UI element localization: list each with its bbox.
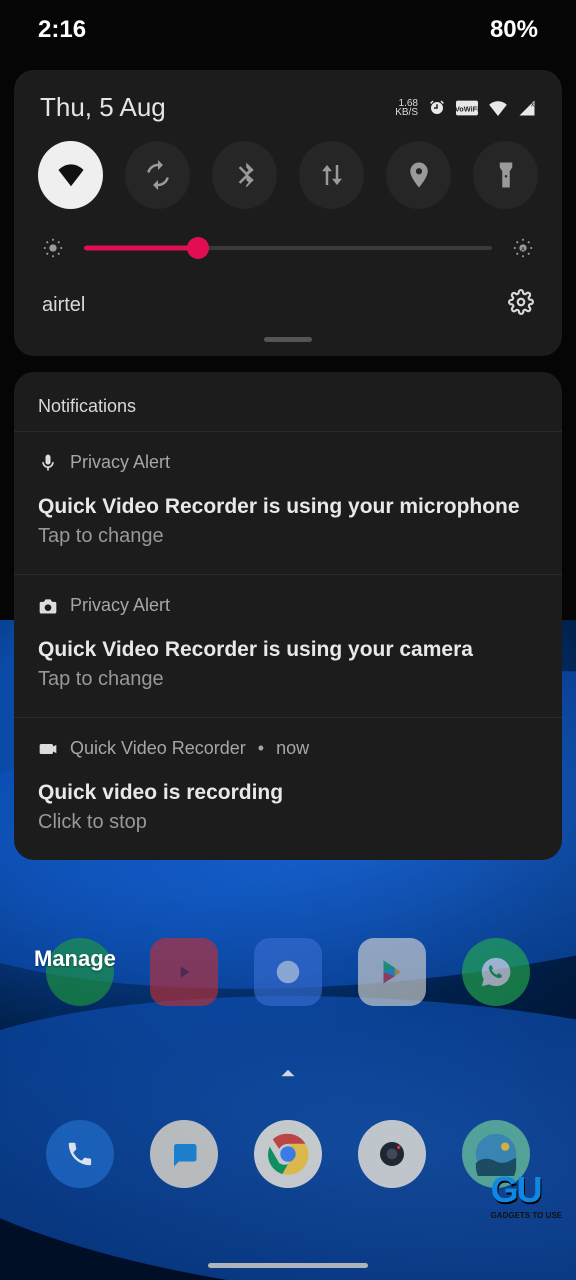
notification-app: Privacy Alert: [70, 452, 170, 473]
svg-text:A: A: [521, 247, 525, 253]
chevron-up-icon: [275, 1060, 301, 1086]
vowifi-icon: VoWiFi: [456, 100, 478, 116]
dock-chrome[interactable]: [254, 1120, 322, 1188]
notifications-header: Notifications: [14, 372, 562, 432]
notification-item[interactable]: Quick Video Recorder • now Quick video i…: [14, 718, 562, 860]
alarm-icon: [428, 99, 446, 117]
notifications-panel: Notifications Privacy Alert Quick Video …: [14, 372, 562, 860]
notification-item[interactable]: Privacy Alert Quick Video Recorder is us…: [14, 575, 562, 718]
manage-button[interactable]: Manage: [34, 946, 114, 972]
slider-fill: [84, 246, 198, 251]
qs-tile-mobile-data[interactable]: [299, 141, 364, 209]
watermark-brand: GU: [491, 1169, 541, 1210]
gear-icon: [508, 289, 534, 315]
notification-title: Quick video is recording: [38, 781, 538, 805]
camera-icon: [38, 596, 58, 616]
notification-item[interactable]: Privacy Alert Quick Video Recorder is us…: [14, 432, 562, 575]
qs-tile-bluetooth[interactable]: [212, 141, 277, 209]
brightness-row: A: [14, 237, 562, 289]
slider-thumb[interactable]: [187, 237, 209, 259]
status-time: 2:16: [38, 16, 86, 44]
notification-subtitle: Tap to change: [38, 668, 538, 691]
notification-time-sep: •: [258, 738, 264, 759]
notification-time: now: [276, 738, 309, 759]
qs-tiles: [14, 141, 562, 237]
svg-text:VoWiFi: VoWiFi: [456, 104, 478, 113]
home-indicator[interactable]: [208, 1263, 368, 1268]
qs-tile-location[interactable]: [386, 141, 451, 209]
status-battery: 80%: [490, 16, 538, 44]
settings-button[interactable]: [508, 289, 534, 321]
quick-settings-panel[interactable]: Thu, 5 Aug 1.68 KB/S VoWiFi x: [14, 70, 562, 356]
netspeed-unit: KB/S: [395, 108, 418, 117]
cell-signal-icon: x: [518, 100, 536, 116]
auto-rotate-icon: [143, 160, 173, 190]
microphone-icon: [38, 453, 58, 473]
video-icon: [38, 739, 58, 759]
qs-status-icons: 1.68 KB/S VoWiFi x: [395, 99, 536, 117]
wifi-icon: [56, 160, 86, 190]
watermark: GU GADGETS TO USE: [491, 1169, 562, 1220]
brightness-slider[interactable]: [84, 240, 492, 256]
wifi-signal-icon: [488, 100, 508, 116]
panel-drag-handle[interactable]: [264, 337, 312, 342]
dock-camera[interactable]: [358, 1120, 426, 1188]
carrier-label: airtel: [42, 294, 85, 317]
qs-tile-rotate[interactable]: [125, 141, 190, 209]
svg-text:x: x: [531, 100, 535, 109]
flashlight-icon: [491, 160, 521, 190]
location-icon: [404, 160, 434, 190]
notification-title: Quick Video Recorder is using your camer…: [38, 638, 538, 662]
camera-lens-icon: [376, 1138, 408, 1170]
qs-tile-flashlight[interactable]: [473, 141, 538, 209]
notification-app: Quick Video Recorder: [70, 738, 246, 759]
bluetooth-icon: [230, 160, 260, 190]
brightness-auto-icon: A: [512, 237, 534, 259]
notification-subtitle: Click to stop: [38, 811, 538, 834]
dock-phone[interactable]: [46, 1120, 114, 1188]
messages-icon: [169, 1139, 199, 1169]
app-drawer-handle[interactable]: [275, 1060, 301, 1091]
brightness-low-icon: [42, 237, 64, 259]
phone-icon: [65, 1139, 95, 1169]
watermark-tagline: GADGETS TO USE: [491, 1211, 562, 1220]
notification-title: Quick Video Recorder is using your micro…: [38, 495, 538, 519]
dock-messages[interactable]: [150, 1120, 218, 1188]
status-bar: 2:16 80%: [0, 0, 576, 60]
notification-app: Privacy Alert: [70, 595, 170, 616]
qs-tile-wifi[interactable]: [38, 141, 103, 209]
qs-date: Thu, 5 Aug: [40, 92, 166, 123]
data-arrows-icon: [317, 160, 347, 190]
notification-subtitle: Tap to change: [38, 525, 538, 548]
chrome-icon: [266, 1132, 310, 1176]
